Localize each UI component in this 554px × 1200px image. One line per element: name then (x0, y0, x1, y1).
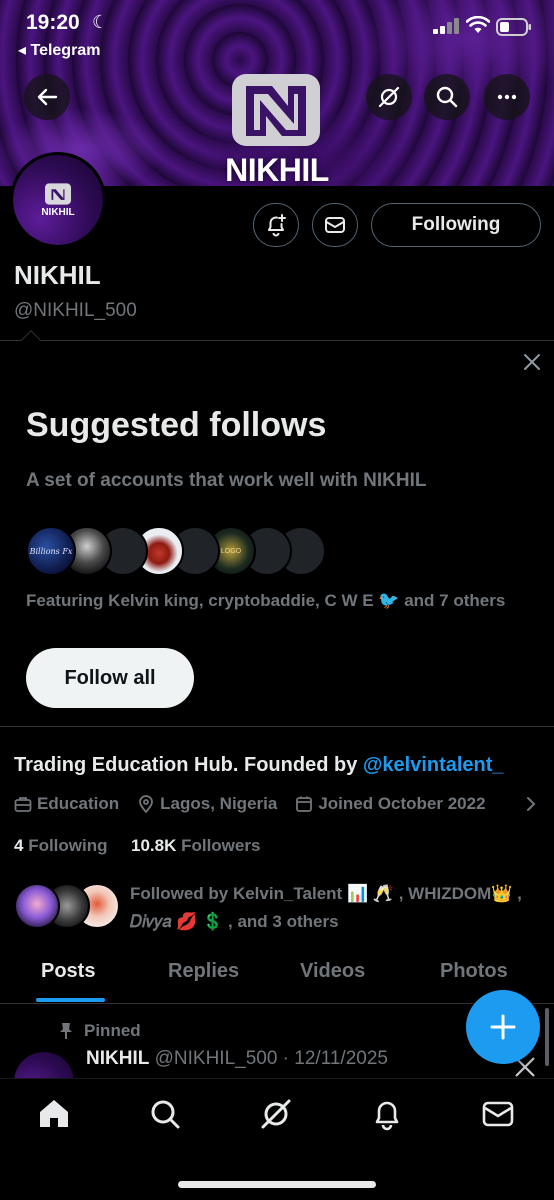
meta-joined: Joined October 2022 (295, 794, 486, 814)
follow-counts: 4 Following 10.8K Followers (14, 836, 260, 856)
meta-joined-text: Joined October 2022 (318, 794, 486, 813)
tab-photos[interactable]: Photos (440, 960, 508, 983)
profile-meta: Education Lagos, Nigeria Joined October … (14, 792, 504, 816)
profile-avatar[interactable]: NIKHIL (10, 152, 106, 248)
post-header: NIKHIL @NIKHIL_500 · 12/11/2025 (86, 1048, 388, 1070)
close-icon[interactable] (520, 350, 544, 374)
followed-by-text[interactable]: Followed by Kelvin_Talent 📊 🥂 , WHIZDOM👑… (130, 880, 540, 936)
bell-plus-icon (268, 214, 286, 237)
tab-videos[interactable]: Videos (300, 960, 365, 983)
pinned-label: Pinned (58, 1021, 141, 1041)
suggested-avatar[interactable]: Billions Fx (26, 526, 76, 576)
avatar-text: NIKHIL (41, 206, 75, 218)
message-button[interactable] (312, 203, 358, 247)
notifications-button[interactable] (253, 203, 299, 247)
grok-icon (378, 86, 400, 108)
suggested-avatars[interactable]: Billions Fx LOGO (26, 526, 326, 578)
post-author[interactable]: NIKHIL (86, 1048, 149, 1069)
display-name: NIKHIL (14, 260, 101, 290)
more-button[interactable] (484, 74, 530, 120)
following-count-link[interactable]: 4 Following (14, 836, 108, 855)
arrow-left-icon (37, 88, 58, 106)
status-time: 19:20 (26, 11, 80, 34)
home-indicator[interactable] (178, 1181, 376, 1188)
profile-tabs: Posts Replies Videos Photos (0, 952, 554, 1004)
chevron-right-icon[interactable] (526, 796, 536, 812)
follow-all-button[interactable]: Follow all (26, 648, 194, 708)
suggested-avatar-label: Billions Fx (29, 546, 73, 556)
post-author-avatar[interactable] (14, 1052, 74, 1080)
followers-count: 10.8K (130, 836, 177, 855)
tab-replies[interactable]: Replies (168, 960, 239, 983)
envelope-icon[interactable] (481, 1097, 515, 1131)
bio-text: Trading Education Hub. Founded by (14, 754, 363, 776)
back-button[interactable] (24, 74, 70, 120)
bio-mention-link[interactable]: @kelvintalent_ (363, 754, 504, 776)
search-icon[interactable] (148, 1097, 182, 1131)
compose-button[interactable] (466, 990, 540, 1064)
scrollbar[interactable] (545, 1008, 549, 1066)
bell-icon[interactable] (370, 1097, 404, 1131)
followed-by-avatars[interactable] (14, 883, 120, 931)
focus-moon-icon: ☾ (92, 12, 109, 32)
signal-icon (433, 18, 459, 34)
home-icon[interactable] (37, 1097, 71, 1131)
wifi-icon (466, 16, 490, 33)
followers-label: Followers (176, 836, 261, 855)
profile-bio: Trading Education Hub. Founded by @kelvi… (14, 754, 504, 777)
active-tab-indicator (36, 998, 105, 1002)
divider (0, 340, 554, 341)
meta-category: Education (14, 794, 119, 814)
search-button[interactable] (424, 74, 470, 120)
grok-button[interactable] (366, 74, 412, 120)
meta-category-text: Education (37, 794, 120, 813)
follower-avatar[interactable] (14, 883, 60, 929)
divider (0, 726, 554, 727)
suggested-follows-title: Suggested follows (26, 406, 327, 444)
tab-posts[interactable]: Posts (41, 960, 95, 983)
suggested-avatar-label: LOGO (220, 547, 242, 555)
back-to-app-link[interactable]: ◂ Telegram (18, 40, 100, 60)
battery-icon (496, 18, 531, 36)
location-pin-icon (139, 795, 154, 813)
envelope-icon (325, 217, 345, 233)
pinned-text: Pinned (84, 1021, 141, 1040)
meta-location-text: Lagos, Nigeria (160, 794, 278, 813)
callout-caret (21, 330, 41, 350)
followers-count-link[interactable]: 10.8K Followers (131, 836, 260, 855)
profile-handle: @NIKHIL_500 (14, 300, 137, 321)
pin-icon (60, 1023, 72, 1039)
plus-icon (490, 1014, 516, 1040)
brand-logo (232, 74, 320, 146)
post-handle-date: @NIKHIL_500 · 12/11/2025 (149, 1048, 388, 1069)
featuring-text: Featuring Kelvin king, cryptobaddie, C W… (26, 591, 506, 610)
suggested-follows-subtitle: A set of accounts that work well with NI… (26, 470, 427, 491)
meta-location: Lagos, Nigeria (137, 794, 277, 814)
avatar-logo-icon (45, 182, 71, 205)
briefcase-icon (14, 797, 32, 812)
calendar-icon (296, 796, 313, 812)
search-icon (436, 86, 458, 108)
grok-icon[interactable] (259, 1097, 293, 1131)
following-label: Following (23, 836, 108, 855)
following-button[interactable]: Following (371, 203, 541, 247)
more-dots-icon (497, 94, 517, 100)
